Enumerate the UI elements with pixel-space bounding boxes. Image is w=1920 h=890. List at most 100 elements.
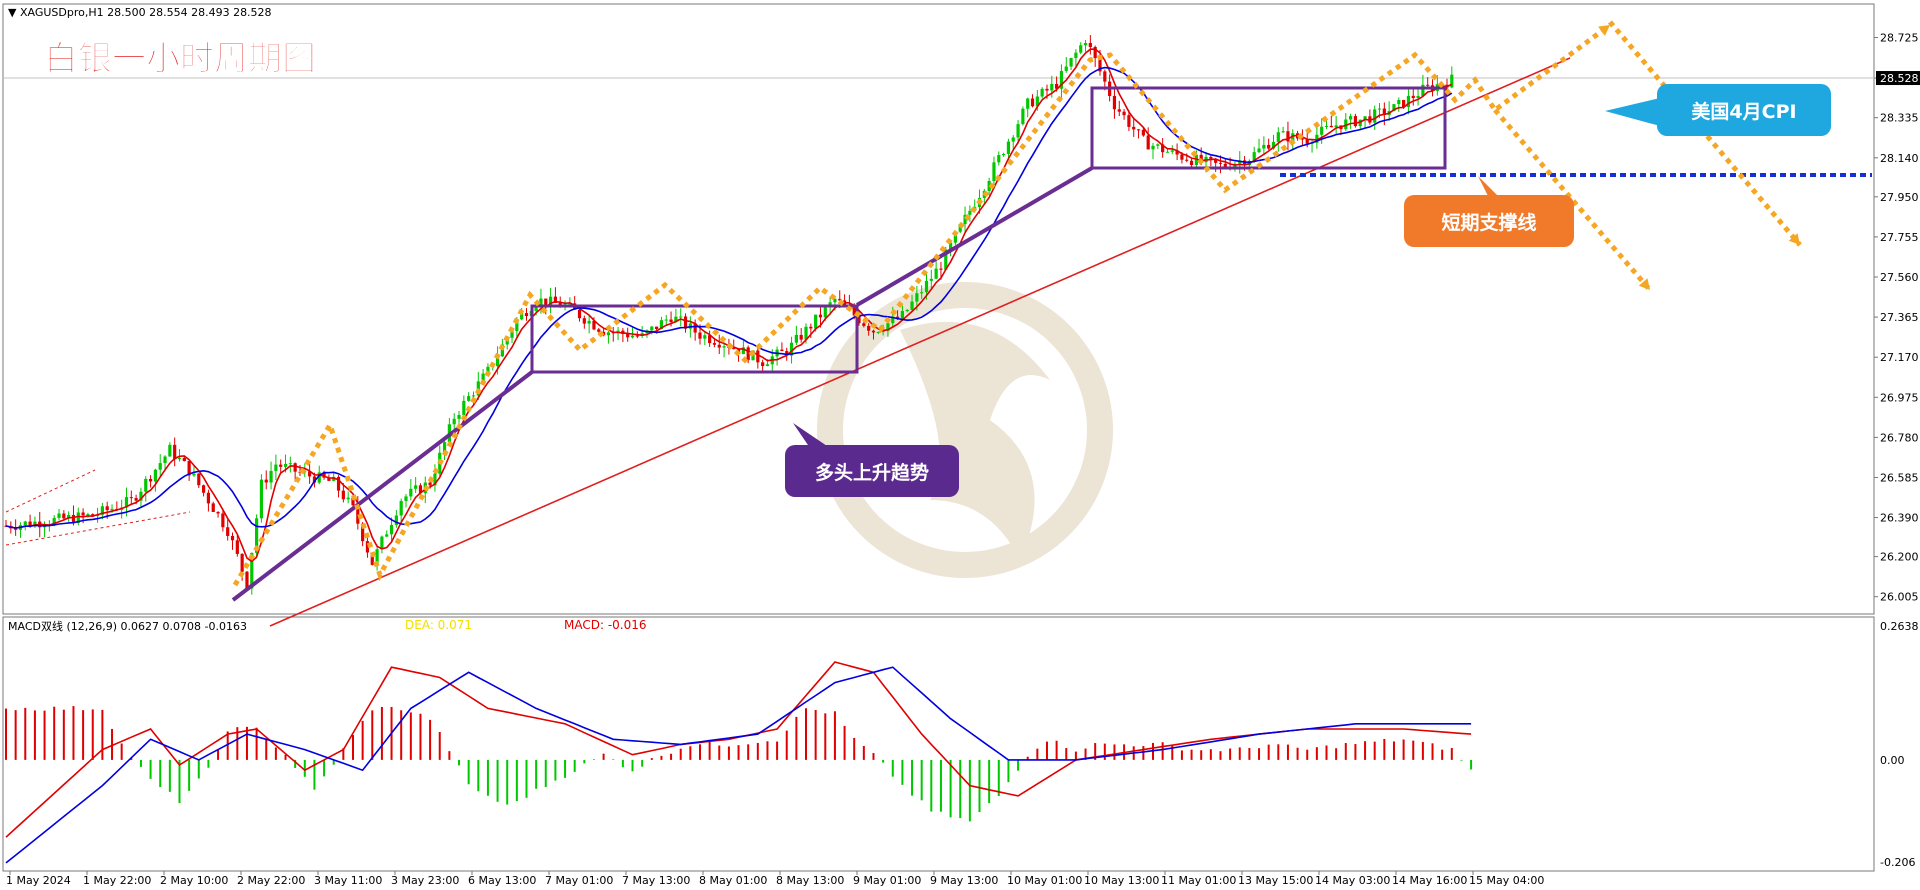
candle-body	[462, 400, 466, 415]
candle-body	[467, 396, 471, 401]
candle-body	[216, 512, 220, 514]
candle-body	[1030, 98, 1035, 107]
candle-body	[279, 464, 283, 467]
candle-body	[1377, 108, 1382, 110]
y-tick-label: 28.725	[1880, 32, 1919, 45]
macd-bottom-value: -0.206	[1880, 856, 1915, 869]
candle-body	[939, 268, 943, 270]
candle-body	[1103, 71, 1107, 82]
candle-body	[1045, 88, 1049, 91]
candle-body	[650, 326, 654, 331]
candle-body	[780, 349, 784, 352]
candle-body	[452, 418, 456, 425]
candle-body	[1112, 95, 1117, 110]
candle-body	[1165, 151, 1170, 153]
candle-body	[235, 540, 239, 554]
candle-body	[1180, 154, 1184, 160]
candle-body	[221, 513, 225, 528]
candle-body	[823, 306, 827, 318]
candle-body	[1088, 42, 1092, 47]
y-tick-label: 27.950	[1880, 191, 1919, 204]
chart-canvas: ▼ XAGUSDpro,H1 28.500 28.554 28.493 28.5…	[2, 3, 1920, 887]
y-tick-label: 26.780	[1880, 431, 1919, 444]
candle-body	[1257, 148, 1261, 153]
current-price-label: 28.528	[1880, 72, 1919, 85]
candle-body	[722, 346, 726, 348]
candle-body	[163, 456, 167, 464]
candle-body	[756, 350, 760, 363]
candle-body	[288, 463, 292, 465]
candle-body	[717, 344, 721, 348]
candle-body	[346, 497, 350, 500]
candle-body	[1083, 42, 1088, 46]
candle-body	[457, 414, 461, 419]
x-tick-label: 7 May 01:00	[545, 874, 613, 887]
candle-body	[1006, 141, 1011, 154]
candle-body	[404, 496, 408, 501]
candle-body	[1074, 52, 1078, 59]
candle-body	[1185, 159, 1189, 161]
candle-body	[929, 278, 933, 281]
candle-body	[1324, 125, 1329, 127]
candle-body	[905, 309, 909, 312]
candle-body	[1170, 150, 1174, 152]
y-tick-label: 26.200	[1880, 551, 1919, 564]
candle-body	[1132, 126, 1136, 130]
y-tick-label: 27.755	[1880, 231, 1919, 244]
candle-body	[910, 301, 914, 310]
candle-body	[924, 280, 929, 293]
candle-body	[1223, 163, 1227, 167]
candle-body	[597, 329, 601, 332]
candle-body	[915, 293, 919, 302]
x-tick-label: 1 May 2024	[6, 874, 71, 887]
candle-body	[900, 311, 904, 319]
candle-body	[380, 536, 384, 550]
y-tick-label: 27.365	[1880, 311, 1919, 324]
candle-body	[1122, 111, 1126, 116]
dea-label: DEA: 0.071	[405, 618, 472, 632]
x-tick-label: 15 May 04:00	[1469, 874, 1544, 887]
candle-body	[997, 155, 1001, 163]
x-tick-label: 14 May 03:00	[1315, 874, 1390, 887]
candle-body	[1079, 45, 1083, 53]
candle-body	[1349, 116, 1353, 120]
x-tick-label: 14 May 16:00	[1392, 874, 1467, 887]
candle-body	[809, 326, 813, 329]
candle-body	[1218, 162, 1223, 164]
cpi-callout-text: 美国4月CPI	[1691, 100, 1796, 123]
x-tick-label: 11 May 01:00	[1161, 874, 1236, 887]
candle-body	[577, 309, 582, 319]
candle-body	[86, 514, 90, 516]
candle-body	[1026, 98, 1030, 109]
candle-body	[712, 343, 717, 345]
candle-body	[626, 333, 630, 338]
candle-body	[148, 478, 153, 482]
candle-body	[264, 479, 268, 483]
x-tick-label: 9 May 01:00	[853, 874, 921, 887]
macd-value-label: MACD: -0.016	[564, 618, 647, 632]
candle-body	[794, 334, 798, 343]
y-tick-label: 28.335	[1880, 112, 1919, 125]
candle-body	[1151, 145, 1155, 150]
candle-body	[105, 506, 109, 511]
candle-body	[168, 444, 172, 457]
candle-body	[1416, 95, 1420, 98]
candle-body	[259, 479, 264, 519]
candle-body	[1262, 144, 1266, 149]
candle-body	[1353, 116, 1358, 127]
candle-body	[341, 490, 345, 500]
candle-body	[57, 513, 61, 518]
macd-top-value: 0.2638	[1880, 620, 1919, 633]
candle-body	[799, 334, 803, 340]
y-tick-label: 28.140	[1880, 152, 1919, 165]
candle-body	[1281, 131, 1285, 133]
candle-body	[409, 488, 413, 497]
candle-body	[761, 362, 765, 367]
candle-body	[1069, 58, 1073, 67]
candle-body	[177, 458, 182, 460]
trend-callout-text: 多头上升趋势	[815, 461, 929, 484]
candle-body	[1329, 125, 1333, 128]
candle-body	[1426, 84, 1430, 86]
candle-body	[524, 313, 529, 317]
candle-body	[1021, 108, 1025, 125]
